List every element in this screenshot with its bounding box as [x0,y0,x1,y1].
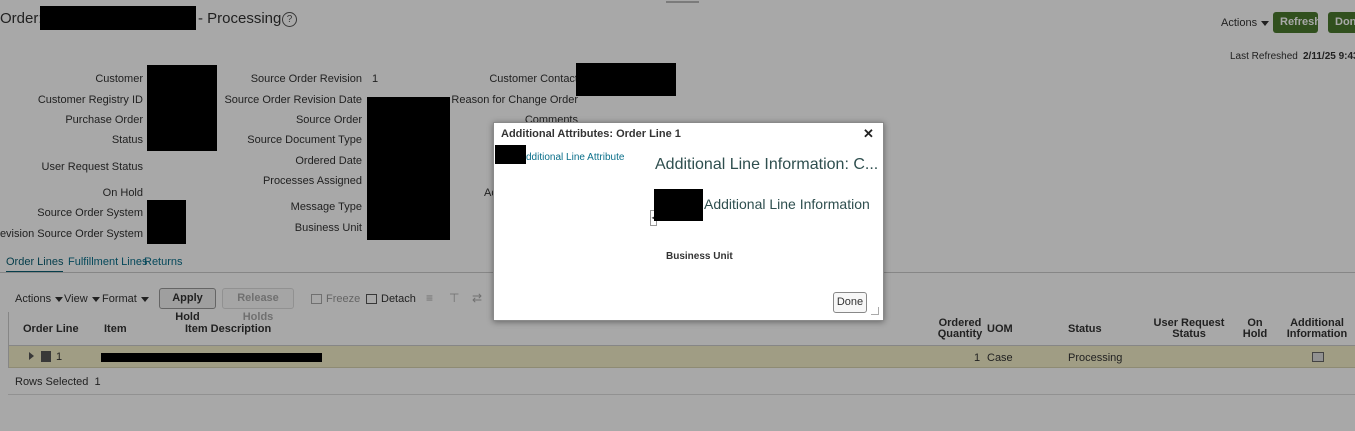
additional-attributes-dialog: Additional Attributes: Order Line 1 ✕ dd… [493,122,884,321]
redacted-nav-prefix [495,145,526,164]
dialog-title: Additional Attributes: Order Line 1 [501,128,681,140]
redacted-subheading-prefix [654,189,703,221]
dialog-done-button[interactable]: Done [833,292,867,313]
dialog-heading: Additional Line Information: C... [655,156,879,173]
nav-link-additional-line-attribute[interactable]: dditional Line Attribute [526,152,624,163]
business-unit-field-label: Business Unit [666,251,733,262]
dialog-subheading: Additional Line Information [704,196,870,212]
close-icon[interactable]: ✕ [863,126,874,142]
resize-handle-icon[interactable] [871,307,879,315]
